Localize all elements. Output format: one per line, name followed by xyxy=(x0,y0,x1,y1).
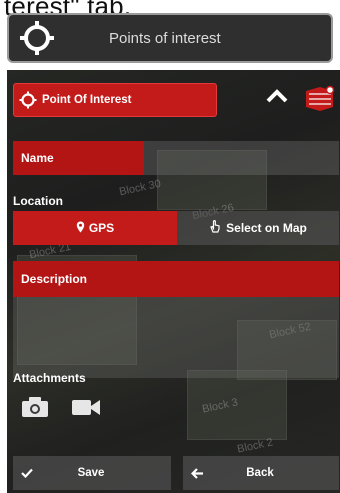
app-logo-icon xyxy=(303,84,337,119)
checkmark-icon xyxy=(13,468,41,478)
name-field-label: Name xyxy=(21,151,54,165)
description-header: Description xyxy=(13,261,339,297)
description-label: Description xyxy=(21,272,88,286)
top-tab-label: Points of interest xyxy=(109,29,221,47)
gps-button[interactable]: GPS xyxy=(13,211,177,245)
map-label: Block 30 xyxy=(118,177,162,199)
select-on-map-button[interactable]: Select on Map xyxy=(177,211,339,245)
location-pin-icon xyxy=(76,221,85,236)
points-of-interest-tab[interactable]: Points of interest xyxy=(7,13,333,63)
poi-header[interactable]: Point Of Interest xyxy=(13,83,217,117)
crosshair-icon xyxy=(9,15,65,61)
back-button[interactable]: Back xyxy=(183,456,339,490)
camera-icon[interactable] xyxy=(21,396,49,423)
crosshair-icon xyxy=(14,91,42,109)
arrow-left-icon xyxy=(183,467,211,479)
poi-header-title: Point Of Interest xyxy=(42,94,132,106)
attachments-label: Attachments xyxy=(13,371,86,385)
save-button-label: Save xyxy=(77,467,105,479)
save-button[interactable]: Save xyxy=(13,456,171,490)
gps-button-label: GPS xyxy=(88,221,115,235)
hand-pointer-icon xyxy=(209,220,221,236)
chevron-up-icon[interactable] xyxy=(266,88,288,109)
video-camera-icon[interactable] xyxy=(71,397,101,422)
name-field[interactable]: Name xyxy=(13,141,339,175)
attachment-icons xyxy=(21,396,101,423)
poi-panel: Block 30 Block 26 Block 21 Block 52 Bloc… xyxy=(7,70,340,493)
select-on-map-label: Select on Map xyxy=(226,221,307,235)
back-button-label: Back xyxy=(246,467,274,479)
description-textarea[interactable] xyxy=(13,297,339,378)
location-label: Location xyxy=(13,194,63,208)
